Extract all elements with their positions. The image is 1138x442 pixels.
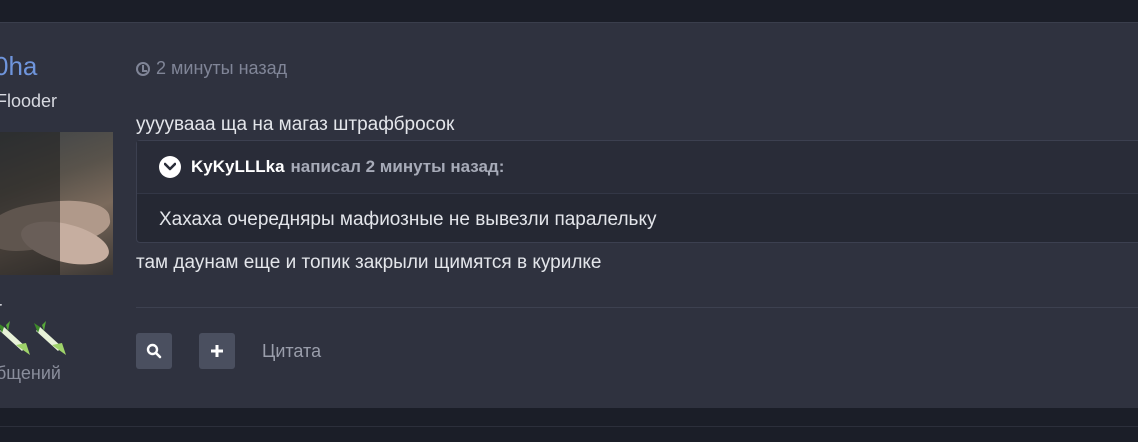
- quote-header[interactable]: KyKyLLLka написал 2 минуты назад:: [137, 141, 1138, 194]
- quote-block: KyKyLLLka написал 2 минуты назад: Хахаха…: [136, 140, 1138, 243]
- search-icon: [146, 343, 162, 359]
- author-post-count: бщений: [0, 363, 61, 383]
- post-time-text: 2 минуты назад: [156, 58, 288, 78]
- top-strip: [0, 0, 1138, 22]
- quote-author[interactable]: KyKyLLLka: [191, 157, 285, 177]
- author-extra-text: r: [0, 298, 2, 319]
- leek-badge-icon: [0, 321, 30, 355]
- divider: [136, 307, 1138, 308]
- add-button[interactable]: [199, 333, 235, 369]
- author-rank: Flooder: [0, 91, 58, 111]
- quote-meta: написал 2 минуты назад:: [290, 157, 505, 176]
- chevron-down-icon[interactable]: [159, 156, 181, 178]
- author-name[interactable]: 0ha: [0, 51, 37, 82]
- leek-badge-icon: [34, 321, 66, 355]
- forum-post: 0ha Flooder r бщений 2 минуты назад уууу…: [0, 22, 1138, 409]
- search-button[interactable]: [136, 333, 172, 369]
- bottom-strip: [0, 408, 1138, 442]
- post-text-line-1: уууувааа ща на магаз штрафбросок: [136, 114, 455, 135]
- clock-icon: [136, 61, 150, 76]
- avatar[interactable]: [0, 132, 113, 275]
- plus-icon: [211, 345, 223, 357]
- quote-text: Хахаха очередняры мафиозные не вывезли п…: [159, 209, 657, 230]
- post-text-line-2: там даунам еще и топик закрыли щимятся в…: [136, 252, 602, 273]
- badges: [0, 321, 80, 359]
- post-timestamp[interactable]: 2 минуты назад: [136, 58, 287, 79]
- quote-button[interactable]: Цитата: [262, 341, 321, 362]
